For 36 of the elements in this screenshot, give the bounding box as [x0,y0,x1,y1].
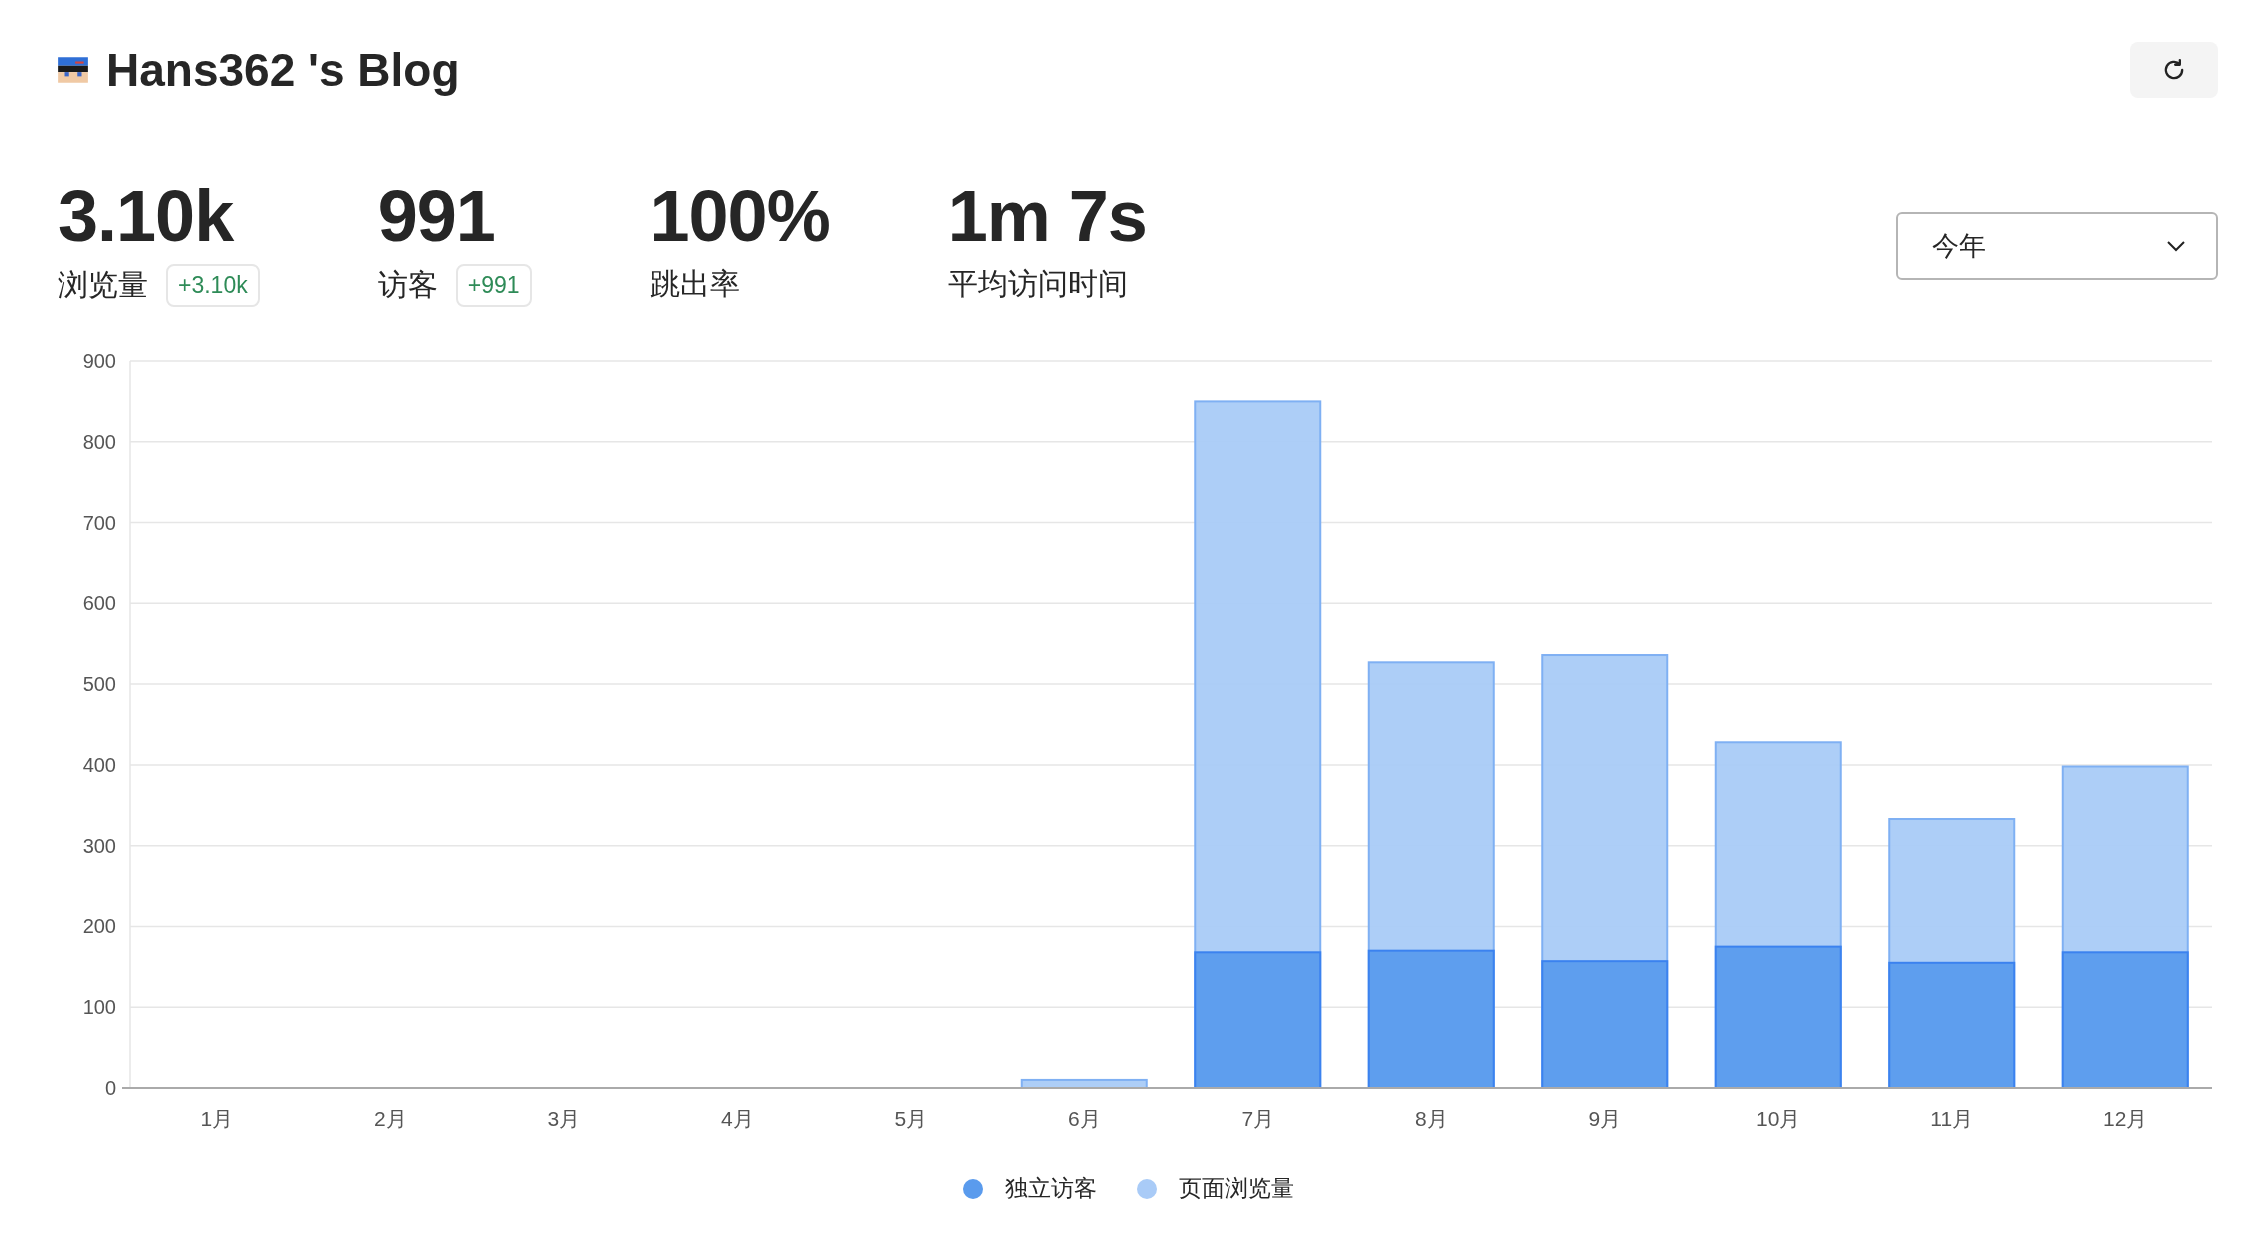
blog-title: Hans362 's Blog [106,43,460,97]
y-axis-label: 300 [82,834,116,857]
y-axis-label: 600 [82,592,116,615]
y-axis-label: 200 [82,915,116,938]
stat-label: 访客 [377,267,438,303]
x-axis-label: 3月 [547,1107,581,1130]
x-axis-label: 12月 [2103,1107,2148,1130]
stat-label: 浏览量 [58,267,148,303]
change-tag: +3.10k [166,264,260,307]
stat-value: 1m 7s [947,180,1147,252]
legend-label: 页面浏览量 [1178,1174,1294,1203]
legend-label: 独立访客 [1004,1174,1097,1203]
x-axis-label: 10月 [1756,1107,1801,1130]
x-axis-label: 4月 [720,1107,754,1130]
y-axis-label: 900 [82,350,116,372]
stat-label: 跳出率 [649,266,740,302]
x-axis-label: 1月 [200,1107,234,1130]
stat-value: 3.10k [58,180,235,252]
x-axis-label: 2月 [373,1107,407,1130]
y-axis-label: 100 [82,996,116,1019]
stat-value: 991 [377,180,496,252]
y-axis-label: 0 [104,1077,116,1099]
y-axis-label: 700 [82,511,116,534]
stat-label: 平均访问时间 [947,266,1128,302]
y-axis-label: 400 [82,753,116,776]
x-axis-label: 7月 [1241,1107,1275,1130]
x-axis-label: 9月 [1588,1107,1622,1130]
x-axis-label: 6月 [1067,1107,1101,1130]
x-axis-label: 11月 [1930,1107,1974,1130]
y-axis-label: 500 [82,673,116,696]
y-axis-label: 800 [82,430,116,453]
period-dropdown[interactable]: 今年 [1896,212,2218,280]
x-axis-label: 5月 [894,1107,928,1130]
change-tag: +991 [455,264,532,307]
x-axis-label: 8月 [1414,1107,1448,1130]
stat-value: 100% [649,180,830,252]
